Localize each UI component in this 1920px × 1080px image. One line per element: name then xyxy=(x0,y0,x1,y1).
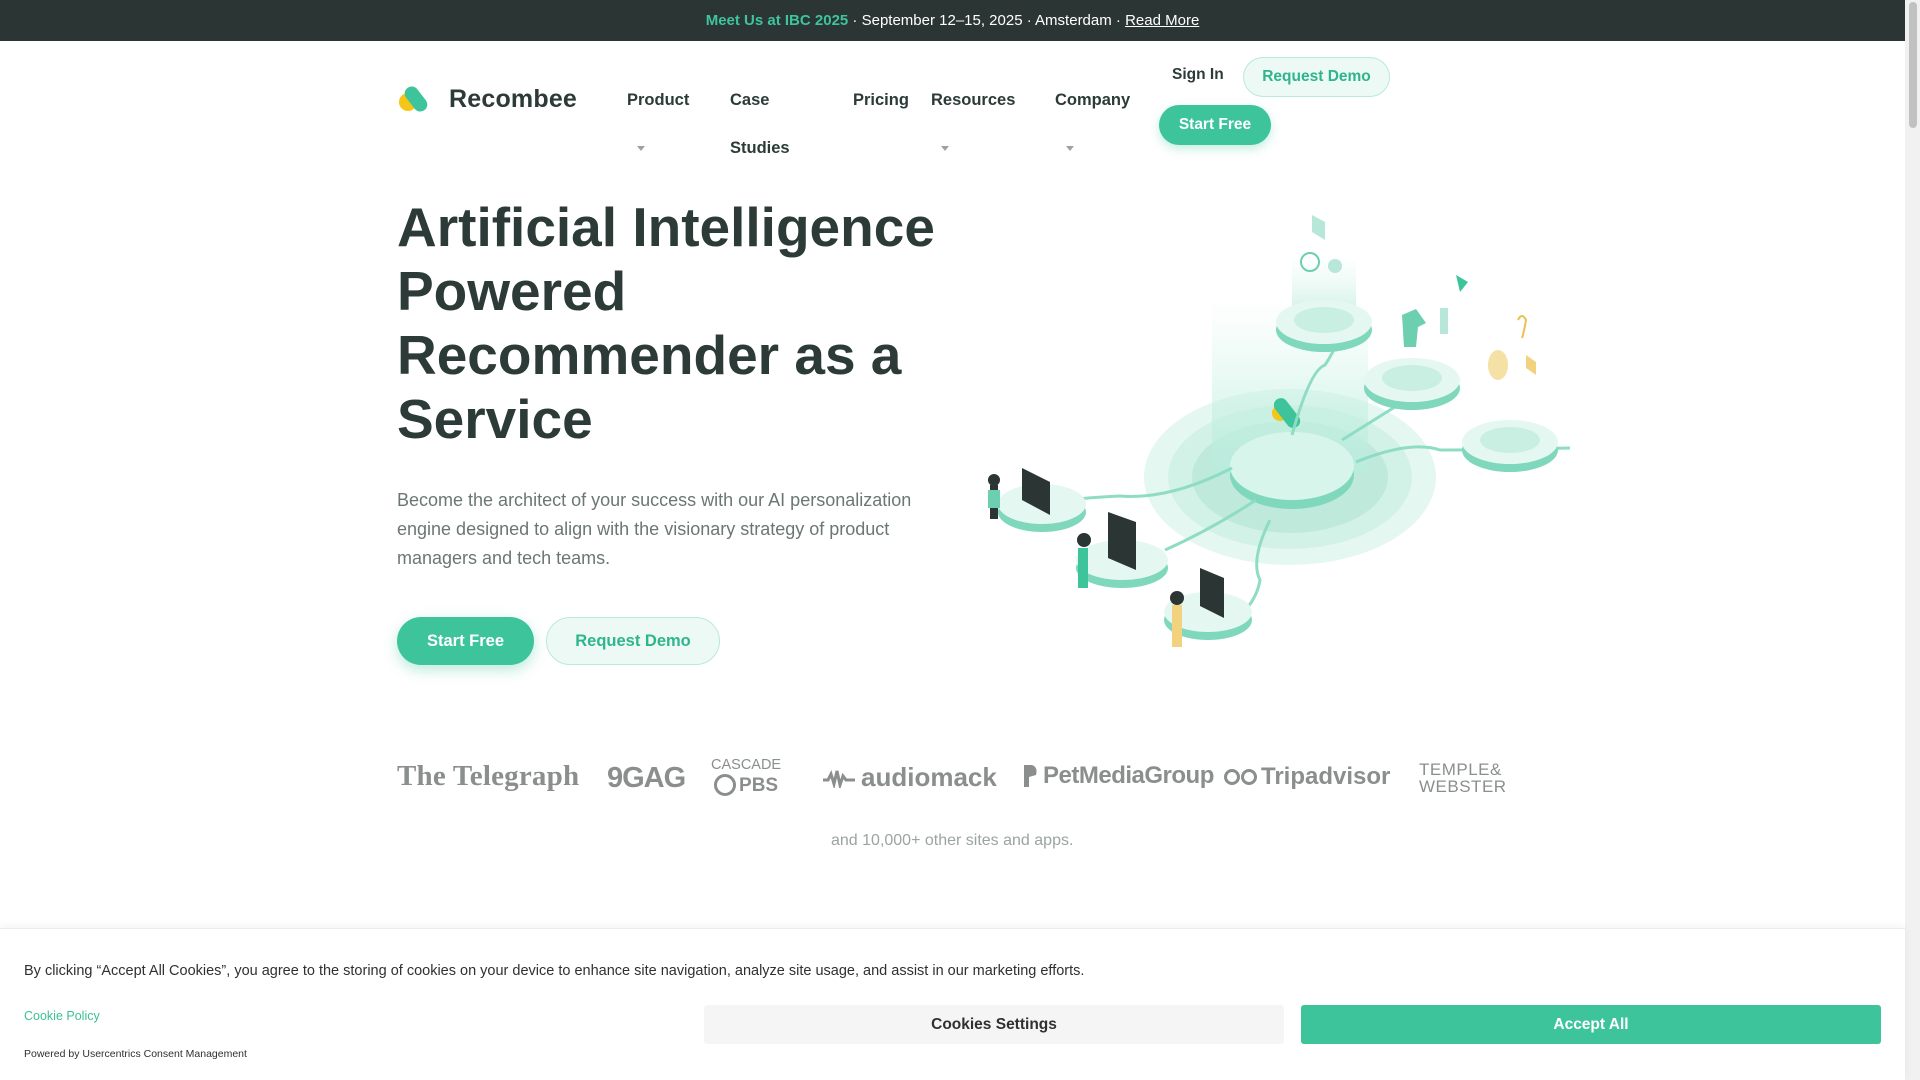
hero-start-free-button[interactable]: Start Free xyxy=(397,617,534,665)
owl-eyes-icon xyxy=(1224,769,1257,785)
platform-far-right xyxy=(1462,315,1558,472)
tripadvisor-logo: Tripadvisor xyxy=(1224,763,1390,791)
cookie-consent-text: By clicking “Accept All Cookies”, you ag… xyxy=(24,963,1085,979)
resources-chevron-down-icon[interactable] xyxy=(941,146,949,151)
scrollbar-thumb[interactable] xyxy=(1909,2,1917,128)
accept-all-cookies-button[interactable]: Accept All xyxy=(1301,1005,1881,1044)
hero-illustration xyxy=(988,215,1571,647)
temple-webster-logo: TEMPLE& WEBSTER xyxy=(1419,761,1507,795)
nav-product[interactable]: Product xyxy=(627,76,689,124)
petmediagroup-logo: PetMediaGroup xyxy=(1021,762,1214,790)
workstation-bottom xyxy=(1164,568,1252,647)
platform-top xyxy=(1276,215,1372,352)
paw-icon xyxy=(1024,765,1037,787)
hero-title: Artificial Intelligence Powered Recommen… xyxy=(397,196,935,450)
logo-wordmark: Recombee xyxy=(449,84,578,113)
workstation-middle xyxy=(1076,512,1168,588)
temple-wordmark: TEMPLE& xyxy=(1419,760,1502,779)
header-start-free-button[interactable]: Start Free xyxy=(1159,105,1271,145)
nav-resources[interactable]: Resources xyxy=(931,76,1015,124)
pbs-circle-icon xyxy=(714,774,737,796)
platform-right-mid xyxy=(1364,275,1468,410)
product-chevron-down-icon[interactable] xyxy=(637,146,645,151)
cascade-wordmark: CASCADE xyxy=(711,757,782,773)
hero-subtitle: Become the architect of your success wit… xyxy=(397,490,912,568)
sign-in-link[interactable]: Sign In xyxy=(1172,66,1224,84)
hero-request-demo-button[interactable]: Request Demo xyxy=(546,617,720,665)
nav-company[interactable]: Company xyxy=(1055,76,1130,124)
other-clients-caption: and 10,000+ other sites and apps. xyxy=(831,832,1074,849)
recombee-logo[interactable]: Recombee xyxy=(397,84,577,114)
tripadvisor-wordmark: Tripadvisor xyxy=(1261,763,1391,790)
9gag-logo: 9GAG xyxy=(607,762,686,794)
pbs-mark: PBS xyxy=(711,774,781,796)
cookie-powered-by: Powered by Usercentrics Consent Manageme… xyxy=(24,1048,247,1060)
audiomack-logo: audiomack xyxy=(823,762,997,793)
company-chevron-down-icon[interactable] xyxy=(1066,146,1074,151)
announcement-bar: Meet Us at IBC 2025 · September 12–15, 2… xyxy=(0,0,1905,41)
nav-case-studies-line1[interactable]: Case xyxy=(730,76,769,124)
cascade-pbs-logo: CASCADE PBS xyxy=(711,757,781,796)
announcement-read-more-link[interactable]: Read More xyxy=(1125,12,1199,29)
page-scrollbar[interactable] xyxy=(1905,0,1920,1080)
pbs-wordmark: PBS xyxy=(739,774,779,796)
cookie-policy-link[interactable]: Cookie Policy xyxy=(24,1009,100,1023)
workstation-left xyxy=(988,468,1086,532)
audiomack-wordmark: audiomack xyxy=(861,762,997,792)
cookies-settings-button[interactable]: Cookies Settings xyxy=(704,1005,1284,1044)
webster-wordmark: WEBSTER xyxy=(1419,777,1507,796)
nav-case-studies-line2[interactable]: Studies xyxy=(730,124,790,172)
recombee-logo-icon xyxy=(399,86,428,112)
petmediagroup-wordmark: PetMediaGroup xyxy=(1043,762,1214,789)
audiomack-waveform-icon xyxy=(823,769,855,788)
cookie-consent-banner xyxy=(0,928,1905,1080)
announcement-highlight: Meet Us at IBC 2025 xyxy=(705,12,849,29)
announcement-details: · September 12–15, 2025 · Amsterdam · xyxy=(848,12,1126,29)
header-request-demo-button[interactable]: Request Demo xyxy=(1243,57,1390,97)
telegraph-logo: The Telegraph xyxy=(397,760,580,792)
nav-pricing[interactable]: Pricing xyxy=(853,76,909,124)
